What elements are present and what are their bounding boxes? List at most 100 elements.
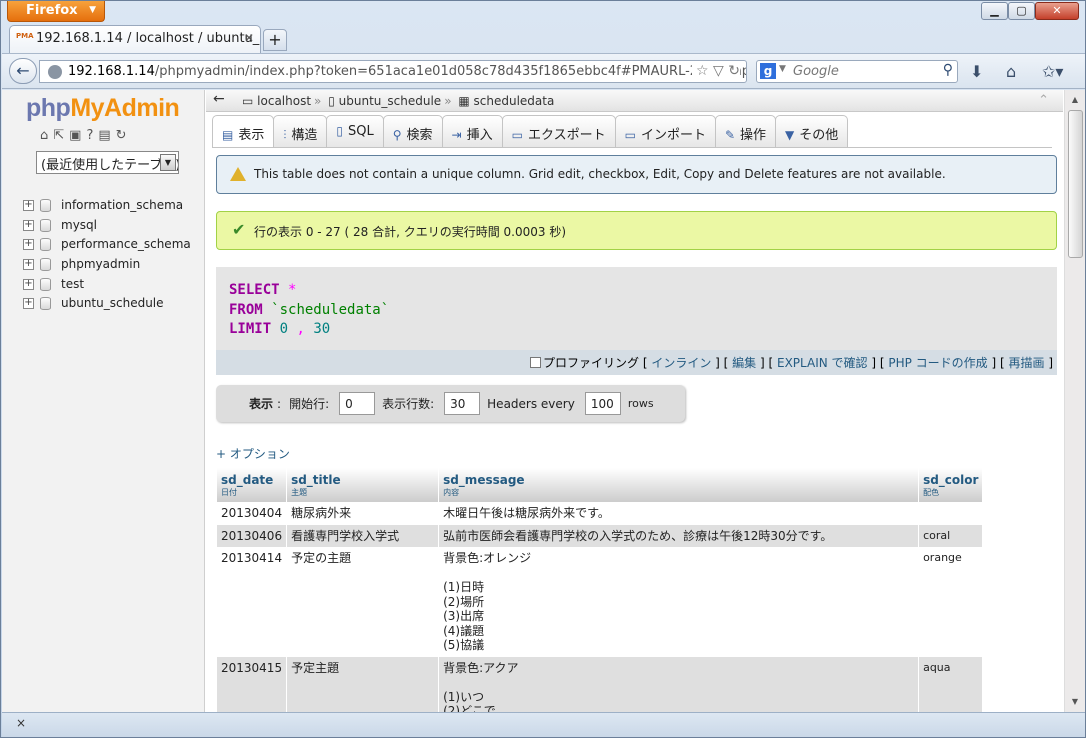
search-box[interactable]: g ▼ Google ⚲: [756, 60, 958, 83]
cell-title: 糖尿病外来: [286, 502, 439, 525]
table-icon: ▦: [458, 94, 470, 108]
logout-icon[interactable]: ⇱: [53, 128, 69, 143]
database-icon: [40, 218, 51, 232]
cell-title: 看護専門学校入学式: [286, 524, 439, 547]
database-icon: [40, 258, 51, 272]
reload-icon[interactable]: ↻: [728, 63, 740, 79]
expand-icon[interactable]: +: [23, 298, 34, 310]
maximize-button[interactable]: ▢: [1008, 2, 1035, 20]
bookmark-star-icon[interactable]: ☆: [696, 63, 709, 79]
cell-title: 予定主題: [286, 656, 439, 712]
tab-search[interactable]: ⚲ 検索: [382, 115, 443, 148]
database-item[interactable]: + phpmyadmin: [22, 255, 191, 275]
recent-tables-select[interactable]: (最近使用したテーブル) ▼: [36, 151, 179, 174]
firefox-menu-button[interactable]: Firefox ▼: [7, 1, 105, 22]
scroll-up-icon[interactable]: ▲: [1067, 92, 1083, 108]
expand-icon[interactable]: +: [23, 259, 34, 271]
expand-icon[interactable]: +: [23, 239, 34, 251]
refresh-link[interactable]: 再描画: [1008, 356, 1044, 370]
vertical-scrollbar[interactable]: ▲ ▼: [1064, 90, 1085, 712]
sql-docs-icon[interactable]: ▤: [98, 128, 115, 143]
column-header-sd-date[interactable]: sd_date 日付: [215, 468, 287, 502]
database-icon: ▯: [328, 94, 335, 108]
tab-more[interactable]: ▼ その他: [775, 115, 849, 148]
url-bar[interactable]: 192.168.1.14/phpmyadmin/index.php?token=…: [39, 60, 747, 83]
tab-structure[interactable]: ⫶ 構造: [273, 115, 328, 148]
inline-edit-link[interactable]: インライン: [651, 356, 711, 370]
options-link[interactable]: + オプション: [216, 445, 290, 462]
database-item[interactable]: + ubuntu_schedule: [22, 294, 191, 314]
tab-export[interactable]: ▭ エクスポート: [501, 115, 616, 148]
database-item[interactable]: + test: [22, 275, 191, 295]
reload-navigation-icon[interactable]: ↻: [116, 128, 132, 143]
export-icon: ▭: [511, 128, 523, 142]
close-tab-icon[interactable]: ✕: [244, 31, 254, 45]
row-count-input[interactable]: 30: [444, 392, 481, 415]
scroll-down-icon[interactable]: ▼: [1067, 694, 1083, 710]
bookmarks-menu-icon[interactable]: ✩▾: [1042, 62, 1063, 81]
search-placeholder: Google: [793, 64, 839, 79]
browser-window: Firefox ▼ ▁ ▢ ✕ PMA 192.168.1.14 / localh…: [0, 0, 1086, 738]
browser-tab[interactable]: PMA 192.168.1.14 / localhost / ubuntu_..…: [9, 25, 261, 53]
scrollbar-thumb[interactable]: [1068, 110, 1083, 258]
search-icon[interactable]: ⚲: [943, 62, 953, 78]
url-dropdown-icon[interactable]: ▽: [713, 63, 724, 79]
google-g-icon[interactable]: g: [760, 63, 776, 79]
phpmyadmin-logo[interactable]: phpMyAdmin: [26, 94, 180, 123]
column-header-sd-title[interactable]: sd_title 主題: [286, 468, 439, 502]
back-button[interactable]: ←: [9, 58, 37, 84]
search-engine-dropdown-icon[interactable]: ▼: [779, 64, 786, 74]
navigation-panel: phpMyAdmin ⌂⇱▣?▤↻ (最近使用したテーブル) ▼ + informa…: [2, 90, 205, 712]
column-header-sd-message[interactable]: sd_message 内容: [438, 468, 919, 502]
display-options-form: 表示: 開始行: 0 表示行数: 30 Headers every 100 rows: [216, 385, 685, 422]
cell-color: orange: [918, 547, 983, 657]
import-icon: ▭: [624, 128, 636, 142]
docs-icon[interactable]: ?: [86, 128, 98, 143]
breadcrumb-database[interactable]: ubuntu_schedule: [339, 94, 442, 108]
php-code-link[interactable]: PHP コードの作成: [888, 356, 987, 370]
profiling-checkbox[interactable]: [530, 357, 541, 368]
tab-operations[interactable]: ✎ 操作: [714, 115, 777, 148]
tab-browse[interactable]: ▤ 表示: [212, 115, 275, 148]
database-item[interactable]: + mysql: [22, 216, 191, 236]
headers-every-input[interactable]: 100: [584, 392, 621, 415]
edit-query-link[interactable]: 編集: [732, 356, 756, 370]
dropdown-arrow-icon: ▼: [89, 5, 96, 15]
close-bar-icon[interactable]: ×: [16, 716, 26, 730]
tab-insert[interactable]: ⇥ 挿入: [441, 115, 503, 148]
new-tab-button[interactable]: +: [263, 29, 287, 51]
download-icon[interactable]: ⬇: [970, 62, 983, 81]
minimize-button[interactable]: ▁: [981, 2, 1008, 20]
close-window-button[interactable]: ✕: [1035, 2, 1079, 20]
home-icon[interactable]: ⌂: [1006, 62, 1016, 81]
collapse-panel-icon[interactable]: ←: [213, 91, 225, 107]
profiling-label: プロファイリング: [543, 356, 640, 370]
show-button[interactable]: 表示: [249, 395, 273, 412]
cell-date: 20130406: [215, 524, 287, 547]
table-row: 20130406 看護専門学校入学式 弘前市医師会看護専門学校の入学式のため、診…: [215, 524, 983, 547]
home-icon[interactable]: ⌂: [40, 128, 53, 143]
database-item[interactable]: + information_schema: [22, 196, 191, 216]
column-header-sd-color[interactable]: sd_color 配色: [918, 468, 983, 502]
breadcrumb-server[interactable]: localhost: [257, 94, 311, 108]
expand-icon[interactable]: +: [23, 200, 34, 211]
database-item[interactable]: + performance_schema: [22, 235, 191, 255]
start-row-label: 開始行:: [289, 397, 330, 411]
sql-icon: ▯: [336, 124, 343, 138]
scroll-top-icon[interactable]: ⌃: [1038, 93, 1049, 108]
search-icon: ⚲: [392, 128, 402, 142]
query-window-icon[interactable]: ▣: [69, 128, 86, 143]
start-row-input[interactable]: 0: [339, 392, 376, 415]
expand-icon[interactable]: +: [23, 219, 34, 231]
database-icon: [40, 199, 51, 212]
sql-query-display[interactable]: SELECT * FROM `scheduledata` LIMIT 0 , 3…: [216, 267, 1057, 350]
cell-title: 予定の主題: [286, 547, 439, 657]
expand-icon[interactable]: +: [23, 278, 34, 290]
structure-icon: ⫶: [283, 128, 287, 142]
breadcrumb-table[interactable]: scheduledata: [474, 94, 555, 108]
tab-sql[interactable]: ▯ SQL: [326, 115, 384, 148]
explain-link[interactable]: EXPLAIN で確認: [777, 356, 868, 370]
tab-import[interactable]: ▭ インポート: [614, 115, 716, 148]
cell-message: 木曜日午後は糖尿病外来です。: [438, 502, 919, 525]
chevron-down-icon: ▼: [160, 154, 176, 171]
